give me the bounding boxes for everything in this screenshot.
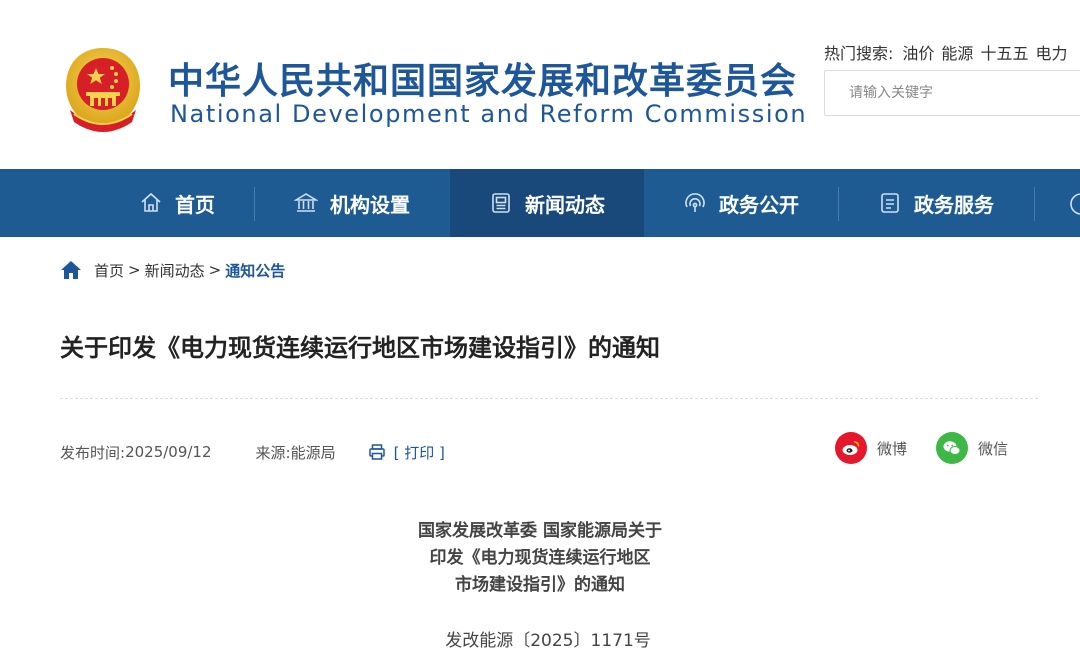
news-icon [489,191,513,215]
nav-item-service[interactable]: 政务服务 [839,169,1033,237]
hot-keyword[interactable]: 能源 [941,44,973,63]
nav-label: 新闻动态 [525,192,605,217]
home-icon [139,191,163,215]
breadcrumb-current[interactable]: 通知公告 [225,260,285,281]
publish-label: 发布时间: [60,443,126,462]
hot-search-label: 热门搜索: [824,44,894,63]
print-label: [ 打印 ] [393,443,445,462]
broadcast-icon [683,191,707,215]
document-heading-line: 印发《电力现货连续运行地区 [429,548,651,568]
share-wechat[interactable]: 微信 [936,432,1008,464]
wechat-icon [936,432,968,464]
nav-item-public[interactable]: 政务公开 [645,169,837,237]
breadcrumb-home[interactable]: 首页 [94,260,124,281]
weibo-label: 微博 [877,439,908,458]
document-heading: 国家发展改革委 国家能源局关于 印发《电力现货连续运行地区 市场建设指引》的通知 [0,518,1080,599]
source-label: 来源: [255,443,291,462]
title-divider [60,398,1038,399]
nav-label: 机构设置 [330,192,410,217]
printer-icon [368,444,385,460]
wechat-label: 微信 [978,439,1009,458]
hot-search: 热门搜索: 油价 能源 十五五 电力 [824,40,1067,64]
nav-label: 首页 [175,192,215,217]
publish-date: 2025/09/12 [125,443,212,461]
breadcrumb-separator: > [208,261,222,279]
breadcrumb-separator: > [128,261,141,279]
nav-item-more[interactable] [1068,191,1080,217]
hot-keyword[interactable]: 电力 [1035,44,1067,63]
service-icon [878,191,902,215]
nav-divider [1034,187,1035,221]
site-title-cn: 中华人民共和国国家发展和改革委员会 [168,61,798,102]
article-title: 关于印发《电力现货连续运行地区市场建设指引》的通知 [60,334,660,362]
share-weibo[interactable]: 微博 [835,432,907,464]
document-heading-line: 国家发展改革委 国家能源局关于 [418,521,662,541]
main-nav: 首页 机构设置 新闻动态 政务公开 政务服务 [0,169,1080,237]
home-icon [61,261,81,279]
more-icon [1070,193,1080,215]
institution-icon [294,191,318,215]
search-input[interactable] [825,71,1080,115]
hot-keyword[interactable]: 十五五 [980,44,1028,63]
site-title-en: National Development and Reform Commissi… [170,100,808,128]
nav-item-home[interactable]: 首页 [100,169,254,237]
document-heading-line: 市场建设指引》的通知 [455,575,625,595]
document-number: 发改能源〔2025〕1171号 [445,631,651,651]
nav-label: 政务公开 [719,192,799,217]
site-header: 中华人民共和国国家发展和改革委员会 National Development a… [0,0,1080,169]
print-button[interactable]: [ 打印 ] [368,442,445,463]
nav-item-institution[interactable]: 机构设置 [255,169,449,237]
breadcrumb: 首页 > 新闻动态 > 通知公告 [60,258,285,282]
nav-label: 政务服务 [914,192,994,217]
national-emblem-icon [66,48,140,132]
weibo-icon [835,432,867,464]
source-value: 能源局 [290,443,336,462]
hot-keyword[interactable]: 油价 [902,44,934,63]
breadcrumb-news[interactable]: 新闻动态 [145,260,205,281]
nav-item-news[interactable]: 新闻动态 [450,169,644,237]
article-meta: 发布时间: 2025/09/12 来源: 能源局 [ 打印 ] [60,440,445,464]
search-box [824,70,1080,116]
